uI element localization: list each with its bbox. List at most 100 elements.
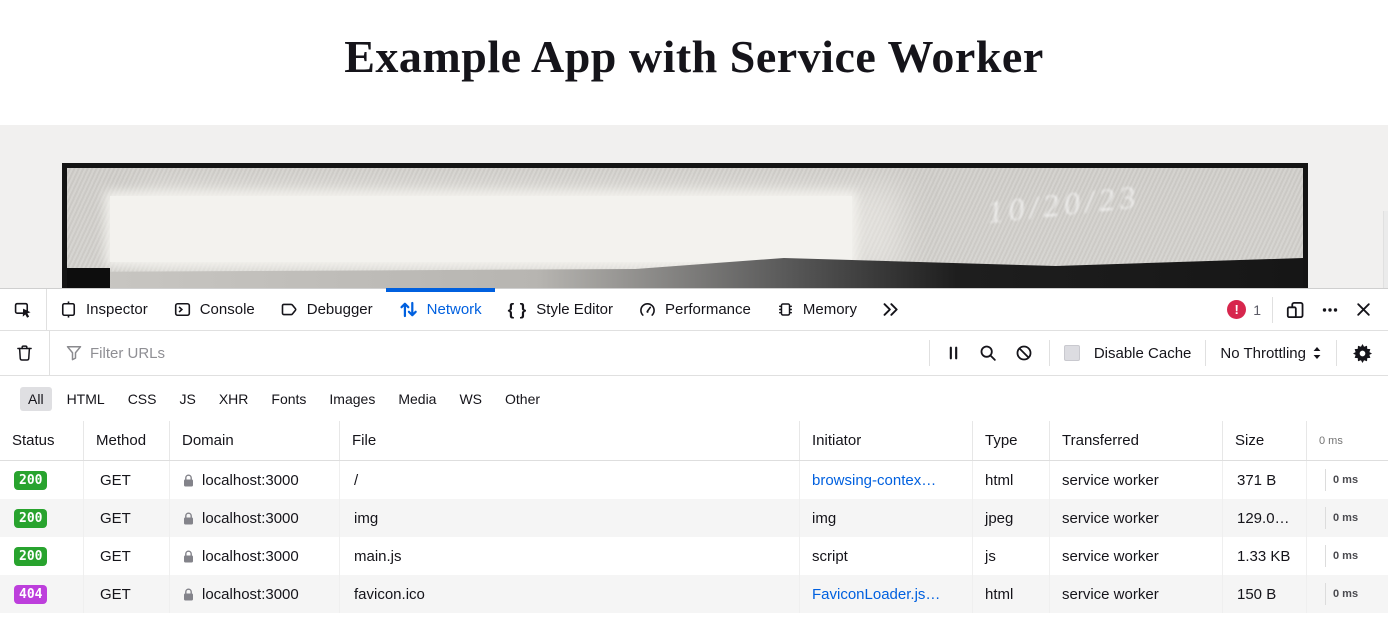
table-row[interactable]: 200 GET localhost:3000 / browsing-contex…	[0, 461, 1388, 499]
col-initiator[interactable]: Initiator	[800, 421, 973, 460]
status-badge: 404	[14, 585, 47, 604]
page-title: Example App with Service Worker	[0, 0, 1388, 83]
more-tools-button[interactable]	[870, 289, 911, 330]
devtools-toolbar-right: ! 1	[1227, 289, 1388, 330]
size-cell: 129.0…	[1223, 499, 1307, 537]
memory-chip-icon	[777, 301, 794, 318]
domain-cell: localhost:3000	[202, 472, 299, 489]
size-cell: 150 B	[1223, 575, 1307, 613]
funnel-icon	[66, 345, 82, 361]
initiator-link[interactable]: browsing-contex…	[800, 461, 973, 499]
requests-table-header: Status Method Domain File Initiator Type…	[0, 421, 1388, 461]
tab-memory[interactable]: Memory	[764, 289, 870, 330]
file-cell: favicon.ico	[340, 575, 800, 613]
size-cell: 1.33 KB	[1223, 537, 1307, 575]
domain-cell: localhost:3000	[202, 548, 299, 565]
initiator-cell: script	[800, 537, 973, 575]
file-cell: /	[340, 461, 800, 499]
filter-pill-ws[interactable]: WS	[451, 387, 490, 411]
col-type[interactable]: Type	[973, 421, 1050, 460]
waterfall-tick	[1325, 507, 1326, 529]
time-cell: 0 ms	[1333, 512, 1358, 524]
tab-performance[interactable]: Performance	[626, 289, 764, 330]
tab-debugger[interactable]: Debugger	[268, 289, 386, 330]
filter-pill-css[interactable]: CSS	[120, 387, 165, 411]
inspector-icon	[60, 301, 77, 318]
filter-pill-all[interactable]: All	[20, 387, 52, 411]
network-toolbar: Disable Cache No Throttling	[0, 331, 1388, 376]
select-arrows-icon	[1312, 346, 1322, 360]
col-method[interactable]: Method	[84, 421, 170, 460]
filter-pill-other[interactable]: Other	[497, 387, 548, 411]
filter-pill-media[interactable]: Media	[390, 387, 444, 411]
trash-icon	[16, 344, 33, 362]
waterfall-tick	[1325, 469, 1326, 491]
method-cell: GET	[84, 537, 170, 575]
tab-inspector[interactable]: Inspector	[47, 289, 161, 330]
filter-urls-input[interactable]	[90, 345, 929, 362]
gear-icon[interactable]	[1351, 342, 1374, 365]
col-file[interactable]: File	[340, 421, 800, 460]
size-cell: 371 B	[1223, 461, 1307, 499]
initiator-cell: img	[800, 499, 973, 537]
lock-icon	[182, 587, 195, 602]
performance-gauge-icon	[639, 301, 656, 318]
network-arrows-icon	[399, 301, 418, 318]
disable-cache-label: Disable Cache	[1094, 345, 1192, 362]
tab-network[interactable]: Network	[386, 289, 495, 330]
block-requests-icon[interactable]	[1013, 342, 1035, 364]
transferred-cell: service worker	[1050, 461, 1223, 499]
domain-cell: localhost:3000	[202, 586, 299, 603]
split-console-button[interactable]	[1284, 299, 1307, 321]
tab-console[interactable]: Console	[161, 289, 268, 330]
table-row[interactable]: 200 GET localhost:3000 main.js script js…	[0, 537, 1388, 575]
divider	[1205, 340, 1206, 366]
table-row[interactable]: 200 GET localhost:3000 img img jpeg serv…	[0, 499, 1388, 537]
lock-icon	[182, 473, 195, 488]
search-icon[interactable]	[977, 342, 999, 364]
filter-pill-html[interactable]: HTML	[59, 387, 113, 411]
col-size[interactable]: Size	[1223, 421, 1307, 460]
element-picker-icon	[14, 301, 32, 319]
table-row[interactable]: 404 GET localhost:3000 favicon.ico Favic…	[0, 575, 1388, 613]
tab-style-editor[interactable]: { } Style Editor	[495, 289, 626, 330]
filter-pill-xhr[interactable]: XHR	[211, 387, 257, 411]
devtools-toolbar: Inspector Console Debugger Network	[0, 288, 1388, 331]
waterfall-tick	[1325, 583, 1326, 605]
double-chevron-icon	[882, 302, 899, 317]
tab-label: Memory	[803, 301, 857, 318]
filter-pill-fonts[interactable]: Fonts	[263, 387, 314, 411]
meatball-menu-button[interactable]	[1318, 300, 1342, 320]
pick-element-button[interactable]	[0, 289, 47, 330]
col-domain[interactable]: Domain	[170, 421, 340, 460]
clear-requests-button[interactable]	[0, 331, 50, 375]
filter-pill-images[interactable]: Images	[321, 387, 383, 411]
throttling-dropdown[interactable]: No Throttling	[1220, 345, 1322, 362]
type-cell: html	[973, 575, 1050, 613]
col-status[interactable]: Status	[0, 421, 84, 460]
col-waterfall[interactable]: 0 ms	[1307, 421, 1388, 460]
network-toolbar-right: Disable Cache No Throttling	[929, 340, 1388, 366]
time-cell: 0 ms	[1333, 588, 1358, 600]
close-icon[interactable]	[1353, 299, 1374, 320]
pause-icon[interactable]	[944, 343, 963, 363]
error-count: 1	[1253, 302, 1261, 318]
photo-white-label	[110, 196, 852, 262]
col-transferred[interactable]: Transferred	[1050, 421, 1223, 460]
divider	[1336, 340, 1337, 366]
devtools-tab-bar: Inspector Console Debugger Network	[47, 289, 911, 330]
type-cell: jpeg	[973, 499, 1050, 537]
throttling-value: No Throttling	[1220, 345, 1306, 362]
time-cell: 0 ms	[1333, 550, 1358, 562]
domain-cell: localhost:3000	[202, 510, 299, 527]
tab-label: Network	[427, 301, 482, 318]
filter-pill-js[interactable]: JS	[171, 387, 203, 411]
error-badge-icon[interactable]: !	[1227, 300, 1246, 319]
tab-label: Debugger	[307, 301, 373, 318]
initiator-link[interactable]: FaviconLoader.js…	[800, 575, 973, 613]
method-cell: GET	[84, 461, 170, 499]
time-cell: 0 ms	[1333, 474, 1358, 486]
status-badge: 200	[14, 509, 47, 528]
filter-area	[50, 345, 929, 362]
disable-cache-checkbox[interactable]	[1064, 345, 1080, 361]
